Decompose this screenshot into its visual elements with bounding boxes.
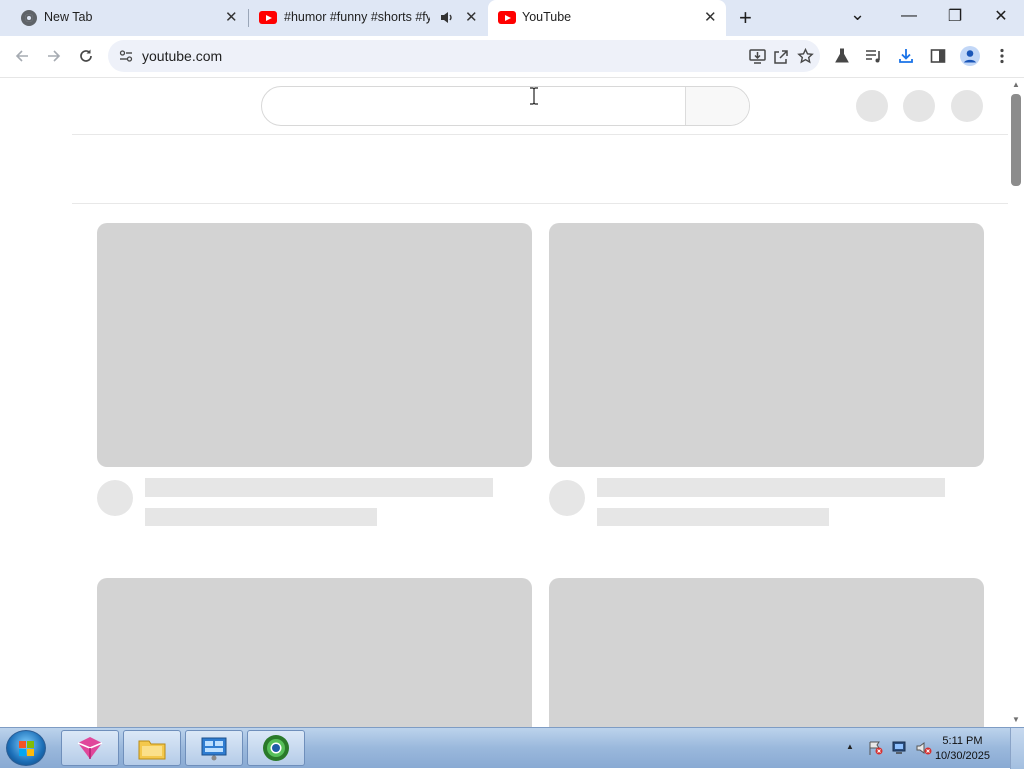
search-box-skeleton[interactable] — [261, 86, 750, 126]
youtube-page: ▲ ▼ — [0, 77, 1024, 727]
new-tab-button[interactable]: + — [739, 5, 752, 31]
bookmark-star-icon[interactable] — [796, 47, 814, 65]
tray-expand-icon[interactable]: ▲ — [846, 742, 854, 751]
forward-icon — [48, 50, 61, 62]
minimize-icon: — — [901, 7, 917, 24]
labs-button[interactable] — [830, 44, 854, 68]
menu-icon — [1000, 48, 1004, 64]
header-icon-skeleton — [903, 90, 935, 122]
tab-youtube[interactable]: YouTube ✕ — [488, 0, 726, 36]
address-bar[interactable]: youtube.com — [108, 40, 820, 72]
video-title-skeleton — [145, 478, 493, 497]
tab-title: YouTube — [522, 10, 572, 24]
scroll-up-arrow-icon[interactable]: ▲ — [1011, 80, 1021, 90]
reload-button[interactable] — [74, 44, 98, 68]
chips-divider — [72, 203, 1008, 204]
share-icon[interactable] — [772, 47, 790, 65]
browser-toolbar: youtube.com — [0, 36, 1024, 76]
volume-muted-icon[interactable] — [916, 741, 932, 755]
site-info-icon[interactable] — [119, 49, 133, 63]
channel-avatar-skeleton — [549, 480, 585, 516]
start-button[interactable] — [6, 730, 46, 766]
header-icon-skeleton — [856, 90, 888, 122]
reading-list-button[interactable] — [862, 44, 886, 68]
chrome-icon — [21, 10, 37, 26]
system-clock[interactable]: 5:11 PM 10/30/2025 — [935, 734, 990, 764]
close-window-button[interactable]: ✕ — [978, 0, 1024, 32]
side-panel-icon — [930, 49, 946, 63]
profile-button[interactable] — [958, 44, 982, 68]
tab-strip: New Tab ✕ #humor #funny #shorts #fy ✕ Yo… — [0, 0, 1024, 36]
channel-avatar-skeleton — [97, 480, 133, 516]
video-thumbnail-skeleton — [97, 223, 532, 467]
video-thumbnail-skeleton — [549, 223, 984, 467]
install-app-icon[interactable] — [748, 47, 766, 65]
youtube-icon — [259, 11, 277, 24]
scroll-down-arrow-icon[interactable]: ▼ — [1011, 715, 1021, 725]
close-icon: ✕ — [994, 8, 1008, 25]
video-title-skeleton — [597, 478, 945, 497]
file-explorer-icon — [138, 740, 166, 760]
show-desktop-button[interactable] — [1010, 728, 1024, 769]
reload-icon — [80, 49, 92, 62]
clock-time: 5:11 PM — [942, 735, 983, 747]
restore-button[interactable]: ❐ — [932, 0, 978, 32]
windows-taskbar: ▲ 5:11 PM 10/30/2025 — [0, 727, 1024, 769]
taskbar-control-panel[interactable] — [185, 730, 243, 766]
youtube-icon — [498, 11, 516, 24]
close-tab-icon[interactable]: ✕ — [225, 10, 238, 25]
back-button[interactable] — [10, 44, 34, 68]
video-meta-skeleton — [597, 508, 829, 526]
side-panel-button[interactable] — [926, 44, 950, 68]
network-icon[interactable] — [892, 741, 908, 755]
tab-new-tab[interactable]: New Tab ✕ — [8, 0, 244, 36]
search-button-skeleton[interactable] — [685, 87, 749, 125]
reading-list-icon — [866, 50, 880, 63]
taskbar-file-explorer[interactable] — [123, 730, 181, 766]
close-tab-icon[interactable]: ✕ — [704, 10, 717, 25]
header-divider — [72, 134, 1008, 135]
scroll-thumb[interactable] — [1011, 94, 1021, 186]
chrome-browser-icon — [263, 735, 289, 761]
video-meta-skeleton — [145, 508, 377, 526]
paint-app-icon — [77, 737, 103, 759]
menu-button[interactable] — [990, 44, 1014, 68]
tab-search-chevron-icon[interactable]: ⌄ — [850, 4, 865, 25]
page-scrollbar[interactable]: ▲ ▼ — [1008, 78, 1024, 727]
avatar-skeleton — [951, 90, 983, 122]
text-cursor-icon — [530, 87, 538, 105]
profile-icon — [960, 46, 980, 66]
url-text[interactable]: youtube.com — [142, 48, 222, 64]
tab-title: New Tab — [44, 10, 93, 24]
minimize-button[interactable]: — — [886, 0, 932, 32]
close-tab-icon[interactable]: ✕ — [465, 10, 478, 25]
download-button[interactable] — [894, 44, 918, 68]
video-thumbnail-skeleton — [549, 578, 984, 727]
download-icon — [899, 49, 913, 63]
control-panel-icon — [201, 737, 227, 761]
back-icon — [15, 50, 28, 62]
clock-date: 10/30/2025 — [934, 750, 990, 762]
restore-icon: ❐ — [947, 8, 963, 25]
forward-button[interactable] — [42, 44, 66, 68]
taskbar-paint-app[interactable] — [61, 730, 119, 766]
audio-playing-icon[interactable] — [440, 11, 454, 24]
labs-flask-icon — [835, 48, 849, 63]
tab-humor-shorts[interactable]: #humor #funny #shorts #fy ✕ — [250, 0, 486, 36]
video-thumbnail-skeleton — [97, 578, 532, 727]
windows-logo-icon — [19, 741, 35, 757]
action-center-flag-icon[interactable] — [868, 741, 884, 755]
taskbar-chrome-browser[interactable] — [247, 730, 305, 766]
tab-separator — [248, 9, 249, 27]
tab-title: #humor #funny #shorts #fy — [284, 10, 430, 24]
